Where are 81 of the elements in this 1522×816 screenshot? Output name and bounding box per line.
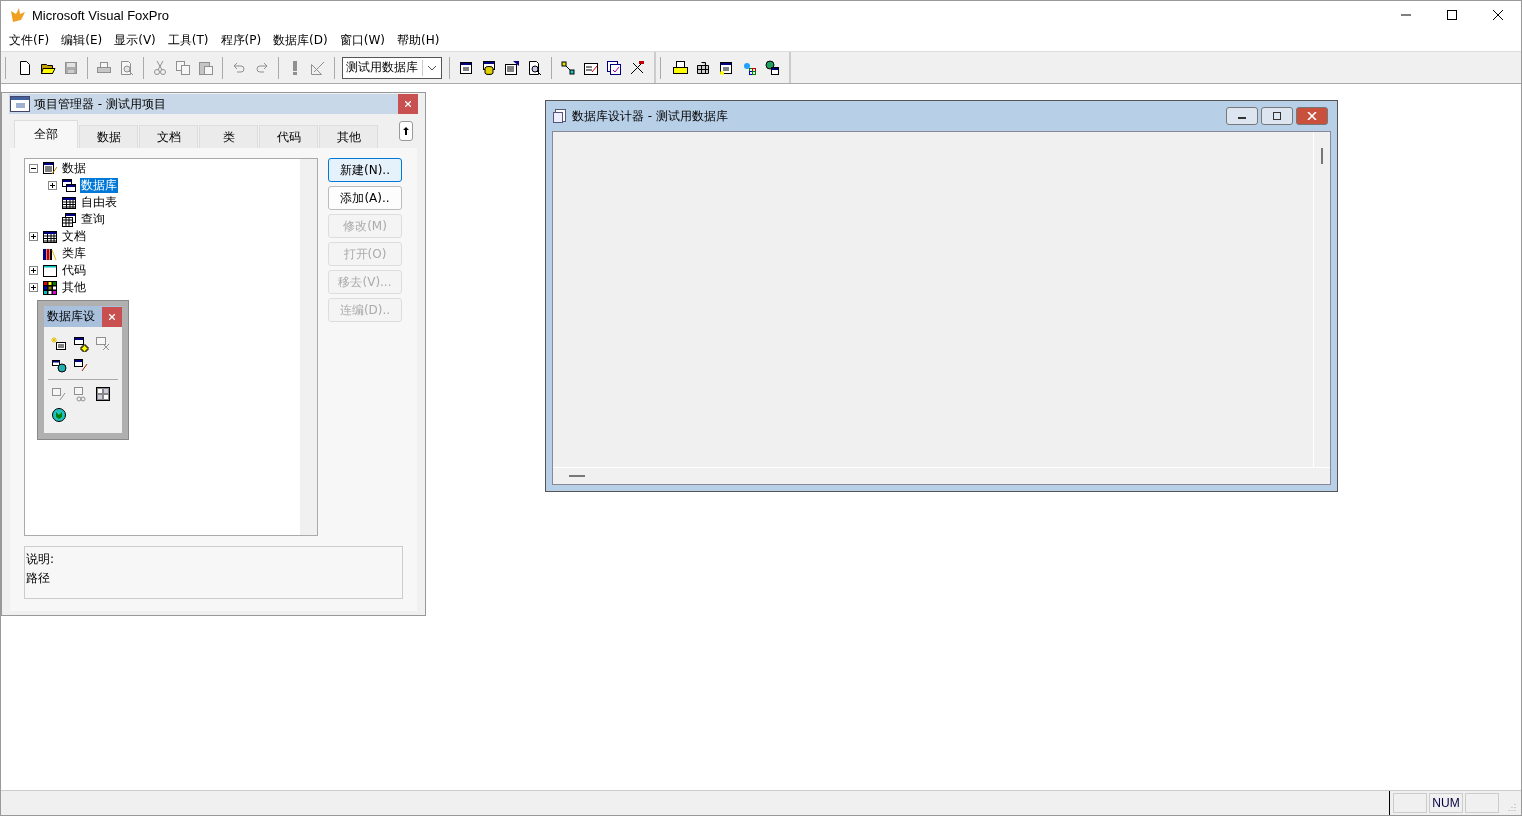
maximize-icon xyxy=(1272,112,1282,120)
window-list-icon[interactable] xyxy=(458,59,474,76)
form-check-icon[interactable] xyxy=(606,59,622,76)
database-dropdown[interactable]: 测试用数据库 xyxy=(342,56,442,79)
window-title: Microsoft Visual FoxPro xyxy=(32,7,170,23)
tree-item[interactable]: 其他 xyxy=(61,280,87,295)
database-globe-icon[interactable] xyxy=(764,59,780,76)
tab[interactable]: 其他 xyxy=(319,125,378,148)
menu-item[interactable]: 工具(T) xyxy=(161,31,215,49)
properties-icon[interactable] xyxy=(504,59,520,76)
menu-item[interactable]: 程序(P) xyxy=(214,31,268,49)
menu-item[interactable]: 显示(V) xyxy=(108,31,162,49)
tab[interactable]: 全部 xyxy=(14,120,78,148)
status-indicator: NUM xyxy=(1429,793,1463,813)
tab[interactable]: 类 xyxy=(199,125,258,148)
expand-toggle-icon[interactable] xyxy=(29,266,38,275)
database-icon[interactable] xyxy=(481,59,497,76)
action-button[interactable]: 新建(N).. xyxy=(328,158,402,182)
close-button[interactable] xyxy=(102,306,122,327)
arrow-up-icon xyxy=(403,127,409,135)
document-icon xyxy=(552,108,568,124)
close-icon[interactable] xyxy=(1493,10,1503,20)
menu-item[interactable]: 文件(F) xyxy=(3,31,56,49)
connector-icon[interactable] xyxy=(560,59,576,76)
tree-item[interactable]: 自由表 xyxy=(80,195,118,210)
color-grid-icon xyxy=(42,279,58,296)
table-icon xyxy=(42,228,58,245)
fox-logo-icon xyxy=(10,7,26,23)
tree-item[interactable]: 数据库 xyxy=(80,178,118,193)
magnifier-document-icon[interactable] xyxy=(527,59,543,76)
menu-item[interactable]: 编辑(E) xyxy=(55,31,109,49)
tree-item[interactable]: 查询 xyxy=(80,212,106,227)
expand-toggle-icon[interactable] xyxy=(48,181,57,190)
close-icon xyxy=(1307,112,1317,120)
tree-item[interactable]: 代码 xyxy=(61,263,87,278)
tab[interactable]: 文档 xyxy=(139,125,198,148)
database-icon xyxy=(61,177,77,194)
pin-button[interactable] xyxy=(399,121,413,141)
action-button[interactable]: 添加(A).. xyxy=(328,186,402,210)
menu-item[interactable]: 窗口(W) xyxy=(333,31,391,49)
minimize-button[interactable] xyxy=(1226,107,1258,125)
tab[interactable]: 数据 xyxy=(79,125,138,148)
description-label: 说明: xyxy=(26,551,56,568)
new-file-icon[interactable] xyxy=(17,59,33,76)
maximize-icon[interactable] xyxy=(1447,10,1457,20)
table-icon xyxy=(61,194,77,211)
table-pencil-icon[interactable] xyxy=(73,357,89,373)
tree-item[interactable]: 类库 xyxy=(61,246,87,261)
tree-item[interactable]: 文档 xyxy=(61,229,87,244)
path-label: 路径 xyxy=(26,570,51,587)
close-button[interactable] xyxy=(1296,107,1328,125)
new-table-icon[interactable] xyxy=(51,336,67,352)
menu-item[interactable]: 数据库(D) xyxy=(267,31,334,49)
add-table-icon[interactable] xyxy=(73,336,89,352)
table-icon xyxy=(61,211,77,228)
window-icon xyxy=(42,262,58,279)
window-sparkle-icon[interactable] xyxy=(718,59,734,76)
maximize-button[interactable] xyxy=(1261,107,1293,125)
tab[interactable]: 代码 xyxy=(259,125,318,148)
binary-grid-icon[interactable] xyxy=(95,386,111,402)
expand-toggle-icon[interactable] xyxy=(29,283,38,292)
close-icon xyxy=(109,313,115,320)
scrollbar[interactable] xyxy=(300,159,317,535)
close-icon xyxy=(405,101,411,107)
window-title: 项目管理器 - 测试用项目 xyxy=(34,95,166,113)
globe-icon[interactable] xyxy=(51,407,67,423)
printer-icon[interactable] xyxy=(672,59,688,76)
window-icon xyxy=(10,96,30,112)
toolbar-title: 数据库设 xyxy=(47,308,96,325)
table-globe-icon[interactable] xyxy=(51,357,67,373)
expand-toggle-icon[interactable] xyxy=(29,164,38,173)
scrollbar-thumb[interactable] xyxy=(1321,148,1323,164)
resize-grip-icon[interactable] xyxy=(1507,802,1517,812)
tree-item[interactable]: 数据 xyxy=(61,161,87,176)
scrollbar-thumb[interactable] xyxy=(569,475,585,477)
window-title: 数据库设计器 - 测试用数据库 xyxy=(572,107,728,125)
expand-toggle-icon[interactable] xyxy=(29,232,38,241)
menu-item[interactable]: 帮助(H) xyxy=(390,31,446,49)
tools-icon[interactable] xyxy=(629,59,645,76)
grid-icon[interactable] xyxy=(695,59,711,76)
close-button[interactable] xyxy=(398,94,418,114)
